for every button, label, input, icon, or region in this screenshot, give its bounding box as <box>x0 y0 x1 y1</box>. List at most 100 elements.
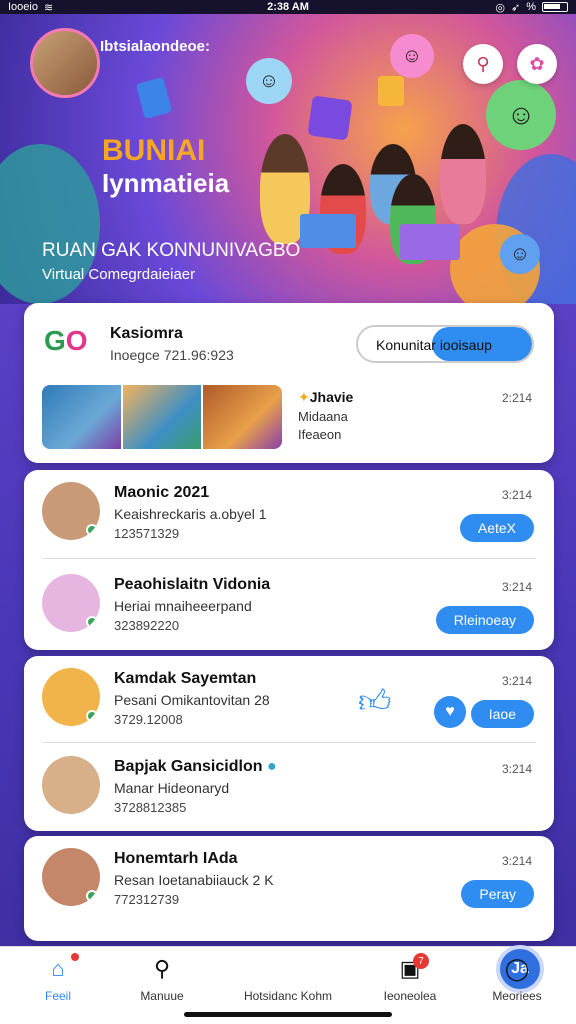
signal-icon: ➶ <box>511 1 521 14</box>
nav-label: Meoriees <box>492 989 542 1003</box>
hero-title: BUNIAI <box>102 134 206 167</box>
verified-icon: ● <box>266 758 277 775</box>
contact-number: 3728812385 <box>114 800 187 815</box>
contact-detail: Heriai mnaiheeerpand <box>114 598 252 614</box>
toggle-label: Konunitar iooisaup <box>376 337 492 353</box>
contact-detail: Resan Ioetanabiiauck 2 K <box>114 872 274 888</box>
contact-name: Kamdak Sayemtan <box>114 670 257 687</box>
action-button[interactable]: AeteX <box>459 514 534 542</box>
carrier-label: Iooeio <box>8 1 38 13</box>
contact-number: 323892220 <box>114 618 180 633</box>
contact-card: Kamdak Sayemtan Pesani Omikantovitan 28 … <box>24 656 554 831</box>
contact-name: Honemtarh IAda <box>114 850 238 867</box>
nav-label: Ieoneolea <box>383 989 437 1003</box>
post-line: Midaana <box>298 409 348 424</box>
person-icon: ◯ <box>504 956 530 981</box>
nav-profile[interactable]: ◯ Meoriees <box>462 955 572 1003</box>
contact-time: 3:214 <box>501 762 532 776</box>
divider <box>42 742 536 743</box>
featured-card[interactable]: GO Kasiomra Inoegce 721.96:923 Konunitar… <box>24 303 554 463</box>
divider <box>42 558 536 559</box>
featured-name: Kasiomra <box>110 325 183 342</box>
contact-card: Maonic 2021 Keaishreckaris a.obyel 1 123… <box>24 470 554 650</box>
contact-name: Bapjak Gansicidlon ● <box>114 758 277 775</box>
nav-notifications[interactable]: ▣ 7 Ieoneolea <box>355 953 465 1003</box>
action-button[interactable]: Rleinoeay <box>435 606 534 634</box>
smiley-icon: ☺ <box>390 34 434 78</box>
contact-time: 3:214 <box>501 674 532 688</box>
list-item[interactable]: Kamdak Sayemtan Pesani Omikantovitan 28 … <box>24 656 554 742</box>
thumbs-up-icon[interactable]: 👍︎ <box>358 682 391 721</box>
nav-label: Manuue <box>140 989 184 1003</box>
contact-time: 3:214 <box>501 580 532 594</box>
battery-icon <box>542 2 568 12</box>
hero-heading: RUAN GAK KONNUNIVAGBO <box>42 240 301 261</box>
post-line: Ifeaeon <box>298 427 342 442</box>
home-indicator <box>184 1012 392 1017</box>
settings-button[interactable]: ✿ <box>517 44 557 84</box>
app-name: Ibtsialaondeoe: <box>100 38 211 55</box>
profile-button[interactable]: ⚲ <box>463 44 503 84</box>
notification-badge: 7 <box>413 953 429 969</box>
star-icon: ✦ <box>298 389 310 405</box>
person-icon: ⚲ <box>476 53 490 74</box>
battery-percent: % <box>526 1 536 13</box>
online-badge <box>86 616 98 628</box>
contact-time: 3:214 <box>501 854 532 868</box>
calendar-icon: ▣ 7 <box>355 953 465 983</box>
status-time: 2:38 AM <box>267 1 309 13</box>
gear-icon: ✿ <box>529 53 545 74</box>
heart-icon: ♥ <box>445 703 455 720</box>
music-note-icon <box>378 76 404 106</box>
avatar <box>42 574 100 632</box>
action-button[interactable]: Peray <box>461 880 534 908</box>
post-sender: ✦Jhavie <box>298 389 354 405</box>
smiley-icon: ☺ <box>500 234 540 274</box>
hero-avatar <box>30 28 100 98</box>
list-item[interactable]: Bapjak Gansicidlon ● Manar Hideonaryd 37… <box>24 744 554 830</box>
photo-thumb[interactable] <box>203 385 282 449</box>
nav-create[interactable]: Ja Hotsidanc Kohm <box>233 945 544 1003</box>
go-logo: GO <box>44 325 88 356</box>
avatar <box>42 848 100 906</box>
photo-thumb[interactable] <box>122 385 202 449</box>
online-badge <box>86 890 98 902</box>
contact-number: 123571329 <box>114 526 180 541</box>
location-icon: ◎ <box>495 1 505 14</box>
action-button[interactable]: Iaoe <box>470 700 534 728</box>
list-item[interactable]: Peaohislaitn Vidonia Heriai mnaiheeerpan… <box>24 562 554 648</box>
photo-strip[interactable] <box>42 385 282 449</box>
avatar <box>42 756 100 814</box>
hero-subheading: Virtual Comegrdaieiaer <box>42 266 196 283</box>
status-bar: Iooeio ≋ 2:38 AM ◎ ➶ % <box>0 0 576 14</box>
smiley-icon: ☺ <box>246 58 292 104</box>
online-badge <box>86 524 98 536</box>
hero-title-line2: Iynmatieia <box>102 168 230 198</box>
post-time: 2:214 <box>501 391 532 405</box>
laptop-icon <box>400 224 460 260</box>
contact-card: Honemtarh IAda Resan Ioetanabiiauck 2 K … <box>24 836 554 941</box>
photo-thumb[interactable] <box>42 385 121 449</box>
contact-detail: Pesani Omikantovitan 28 <box>114 692 270 708</box>
laptop-icon <box>300 214 356 248</box>
contact-name: Maonic 2021 <box>114 484 210 501</box>
community-toggle[interactable]: Konunitar iooisaup <box>356 325 534 363</box>
contact-time: 3:214 <box>501 488 532 502</box>
home-icon: ⌂ <box>3 953 113 983</box>
featured-meta: Inoegce 721.96:923 <box>110 347 234 363</box>
list-item[interactable]: Maonic 2021 Keaishreckaris a.obyel 1 123… <box>24 470 554 556</box>
nav-search[interactable]: ⚲ Manuue <box>107 955 217 1003</box>
avatar <box>42 668 100 726</box>
contact-detail: Keaishreckaris a.obyel 1 <box>114 506 267 522</box>
hero-banner: ☺ ☺ ☺ ☺ Ibtsialaondeoe: BUNIAI Iynmatiei… <box>0 14 576 304</box>
like-button[interactable]: ♥ <box>434 696 466 728</box>
nav-label: Hotsidanc Kohm <box>243 989 333 1003</box>
contact-number: 772312739 <box>114 892 180 907</box>
contact-detail: Manar Hideonaryd <box>114 780 230 796</box>
search-icon: ⚲ <box>153 956 171 981</box>
avatar <box>42 482 100 540</box>
nav-home[interactable]: ⌂ Feeil <box>3 953 113 1003</box>
nav-label: Feeil <box>44 989 71 1003</box>
card-icon <box>135 76 173 120</box>
list-item[interactable]: Honemtarh IAda Resan Ioetanabiiauck 2 K … <box>24 836 554 922</box>
